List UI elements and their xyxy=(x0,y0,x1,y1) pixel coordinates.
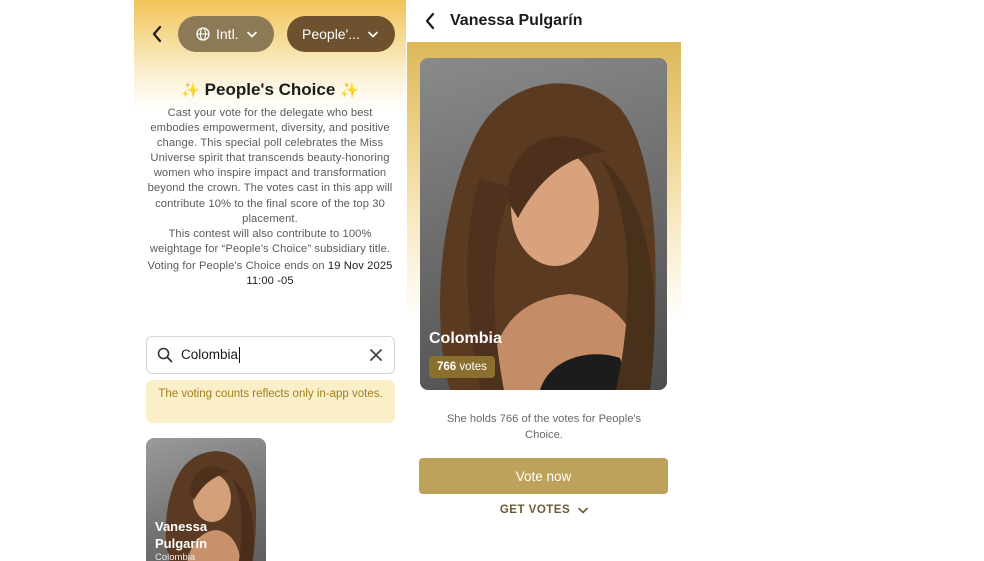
chevron-down-icon xyxy=(246,31,257,37)
contest-panel: Intl. People'... ✨ People's Choice ✨ Cas… xyxy=(134,0,406,561)
description-paragraph: This contest will also contribute to 100… xyxy=(149,227,391,255)
region-filter-label: Intl. xyxy=(216,26,239,42)
votes-summary: She holds 766 of the votes for People's … xyxy=(446,413,642,441)
description-paragraph: Cast your vote for the delegate who best… xyxy=(147,107,393,225)
delegate-card[interactable]: Vanessa Pulgarín Colombia xyxy=(146,438,266,561)
delegate-country: Colombia xyxy=(429,330,502,347)
detail-header: Vanessa Pulgarín xyxy=(407,0,681,42)
category-filter-label: People'... xyxy=(302,26,360,42)
page-title: ✨ People's Choice ✨ xyxy=(134,80,406,100)
chevron-down-icon xyxy=(368,31,378,37)
vote-now-button[interactable]: Vote now xyxy=(419,458,668,494)
delegate-name: Vanessa Pulgarín xyxy=(155,519,208,551)
close-icon[interactable] xyxy=(368,347,384,363)
page-title-text: People's Choice xyxy=(204,80,336,99)
votes-badge: 766 votes xyxy=(429,356,495,378)
globe-icon xyxy=(196,27,210,41)
delegate-title: Vanessa Pulgarín xyxy=(450,12,583,29)
get-votes-label: GET VOTES xyxy=(499,504,571,516)
info-notice: The voting counts reflects only in-app v… xyxy=(146,380,395,423)
delegate-detail-panel: Vanessa Pulgarín Colombia 766 votes She … xyxy=(407,0,681,561)
chevron-left-icon xyxy=(152,25,162,43)
voting-deadline: Voting for People's Choice ends on 19 No… xyxy=(147,259,393,288)
search-field[interactable]: Colombia xyxy=(146,336,395,374)
contest-description: Cast your vote for the delegate who best… xyxy=(144,106,396,289)
category-filter-pill[interactable]: People'... xyxy=(287,16,395,52)
region-filter-pill[interactable]: Intl. xyxy=(178,16,274,52)
back-button[interactable] xyxy=(146,22,168,46)
get-votes-button[interactable]: GET VOTES xyxy=(407,504,681,516)
sparkles-icon: ✨ xyxy=(340,82,359,99)
search-icon xyxy=(157,347,173,363)
back-button[interactable] xyxy=(419,10,441,32)
search-input-value[interactable]: Colombia xyxy=(181,347,241,364)
votes-count: 766 xyxy=(437,361,457,373)
chevron-left-icon xyxy=(425,12,435,30)
chevron-down-icon xyxy=(578,507,588,513)
sparkles-icon: ✨ xyxy=(181,82,200,99)
delegate-country: Colombia xyxy=(155,552,196,561)
delegate-photo: Colombia 766 votes xyxy=(420,58,667,390)
screen: Intl. People'... ✨ People's Choice ✨ Cas… xyxy=(0,0,984,561)
text-caret xyxy=(239,347,241,364)
